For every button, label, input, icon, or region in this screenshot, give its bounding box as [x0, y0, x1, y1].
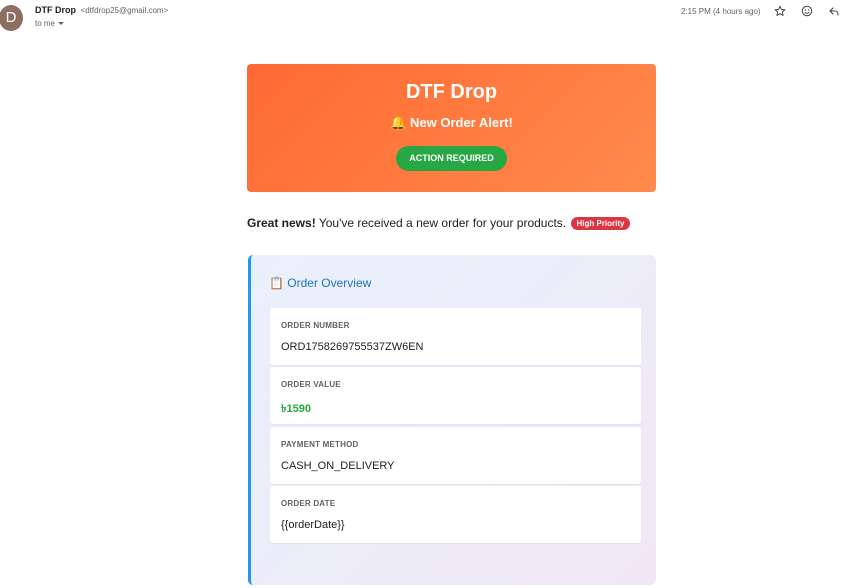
payment-method-value: CASH_ON_DELIVERY — [281, 460, 395, 472]
action-required-badge: ACTION REQUIRED — [396, 146, 507, 171]
intro-message: Great news! You've received a new order … — [247, 216, 630, 231]
order-overview-panel: 📋 Order Overview ORDER NUMBER ORD1758269… — [248, 255, 656, 585]
payment-method-label: PAYMENT METHOD — [281, 440, 359, 449]
sender-name[interactable]: DTF Drop — [35, 5, 76, 15]
sender-avatar[interactable]: D — [0, 5, 23, 31]
order-value-card: ORDER VALUE ৳1590 — [270, 367, 641, 424]
brand-title: DTF Drop — [405, 81, 498, 103]
order-date-label: ORDER DATE — [281, 499, 336, 508]
order-date-value: {{orderDate}} — [281, 519, 345, 531]
order-number-value: ORD1758269755537ZW6EN — [281, 341, 424, 353]
order-overview-title: 📋 Order Overview — [269, 276, 372, 290]
order-alert-banner: DTF Drop 🔔 New Order Alert! ACTION REQUI… — [247, 64, 656, 192]
order-value-label: ORDER VALUE — [281, 380, 341, 389]
order-date-card: ORDER DATE {{orderDate}} — [270, 486, 641, 543]
emoji-icon[interactable] — [800, 4, 814, 18]
order-value-amount: ৳1590 — [281, 403, 311, 415]
intro-text: You've received a new order for your pro… — [315, 216, 567, 230]
to-label: to me — [35, 19, 56, 28]
intro-lead: Great news! — [247, 216, 316, 230]
sender-email: <dtfdrop25@gmail.com> — [80, 6, 169, 15]
recipient-details-toggle[interactable]: to me — [35, 19, 65, 28]
sender-line: DTF Drop <dtfdrop25@gmail.com> — [35, 5, 168, 15]
reply-icon[interactable] — [827, 4, 841, 18]
high-priority-badge: High Priority — [571, 217, 630, 231]
order-number-label: ORDER NUMBER — [281, 321, 350, 330]
new-order-alert-heading: 🔔 New Order Alert! — [390, 115, 513, 130]
star-icon[interactable] — [773, 4, 787, 18]
chevron-down-icon — [58, 22, 65, 26]
payment-method-card: PAYMENT METHOD CASH_ON_DELIVERY — [270, 427, 641, 484]
order-number-card: ORDER NUMBER ORD1758269755537ZW6EN — [270, 308, 641, 365]
message-timestamp: 2:15 PM (4 hours ago) — [681, 7, 761, 16]
